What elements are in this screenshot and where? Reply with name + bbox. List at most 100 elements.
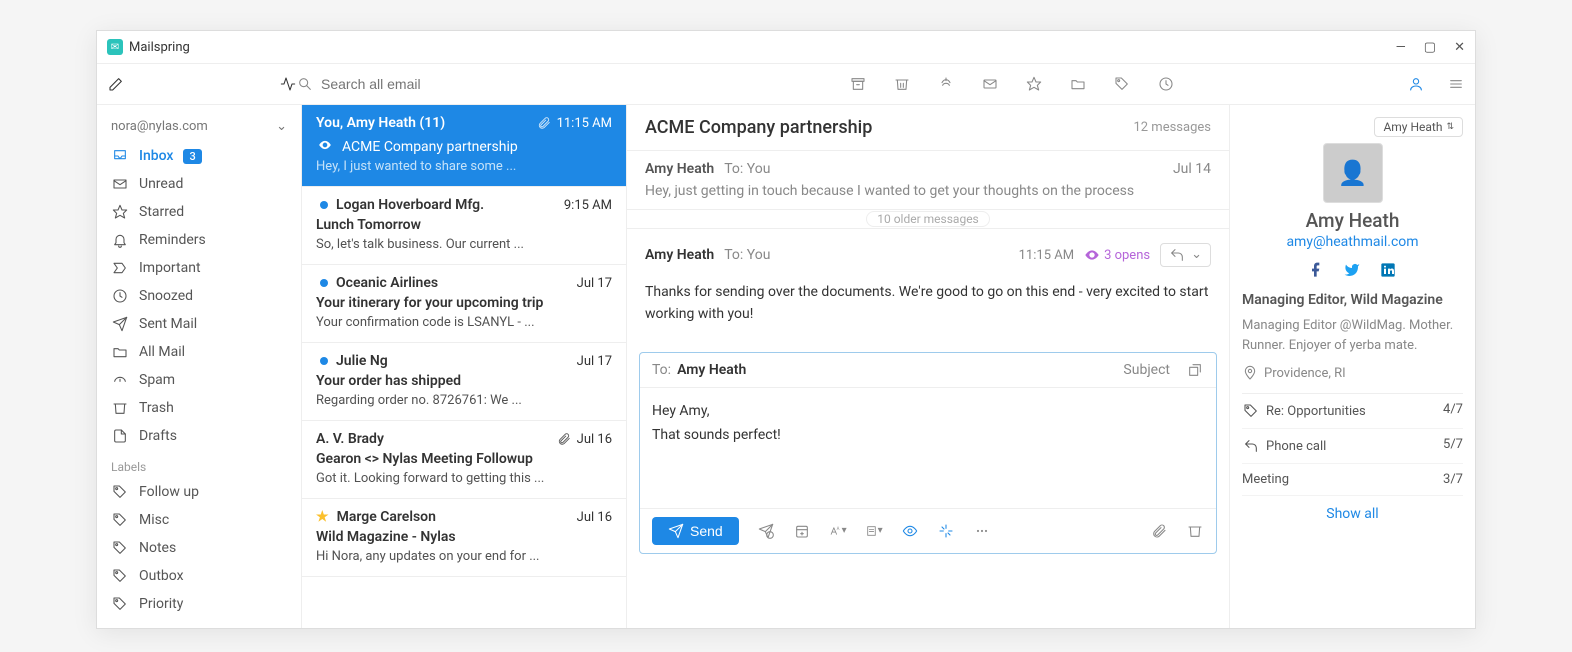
sidebar-folder-starred[interactable]: Starred	[97, 198, 301, 226]
facebook-icon[interactable]	[1308, 262, 1326, 280]
link-tracking-button[interactable]	[937, 522, 955, 540]
sidebar-folder-reminders[interactable]: Reminders	[97, 226, 301, 254]
older-messages-toggle[interactable]: 10 older messages	[627, 210, 1229, 229]
spam-button[interactable]	[937, 75, 955, 93]
send-button[interactable]: Send	[652, 517, 739, 545]
account-selector[interactable]: nora@nylas.com ⌄	[97, 115, 301, 142]
sidebar-label-misc[interactable]: Misc	[97, 506, 301, 534]
sidebar-folder-sent-mail[interactable]: Sent Mail	[97, 310, 301, 338]
labels-header: Labels	[97, 450, 301, 478]
thread-item[interactable]: ★Marge Carelson Jul 16 Wild Magazine - N…	[302, 499, 626, 577]
compose-body[interactable]: Hey Amy, That sounds perfect!	[640, 388, 1216, 508]
twitter-icon[interactable]	[1344, 262, 1362, 280]
thread-from: You, Amy Heath (11)	[316, 115, 445, 131]
popout-icon[interactable]	[1186, 361, 1204, 379]
move-folder-button[interactable]	[1069, 75, 1087, 93]
related-label: Phone call	[1266, 439, 1326, 454]
related-meta: 5/7	[1443, 437, 1463, 455]
thread-item[interactable]: A. V. Brady Jul 16 Gearon <> Nylas Meeti…	[302, 421, 626, 499]
message-body: Thanks for sending over the documents. W…	[645, 281, 1211, 326]
attach-button[interactable]	[1150, 522, 1168, 540]
app-window: ✉ Mailspring — ▢ ✕	[96, 30, 1476, 629]
thread-item[interactable]: Oceanic Airlines Jul 17 Your itinerary f…	[302, 265, 626, 343]
snooze-button[interactable]	[1157, 75, 1175, 93]
send-later-button[interactable]	[757, 522, 775, 540]
search-box[interactable]	[297, 76, 617, 92]
thread-title: ACME Company partnership	[645, 117, 872, 138]
translate-button[interactable]: A ▾	[829, 522, 847, 540]
collapsed-message[interactable]: Amy Heath To: You Jul 14 Hey, just getti…	[627, 151, 1229, 210]
thread-item[interactable]: Julie Ng Jul 17 Your order has shipped R…	[302, 343, 626, 421]
thread-message-count: 12 messages	[1133, 120, 1211, 135]
tracking-button[interactable]	[901, 522, 919, 540]
profile-toggle-button[interactable]	[1407, 75, 1425, 93]
open-tracking-badge[interactable]: 3 opens	[1084, 247, 1150, 263]
sidebar-folder-unread[interactable]: Unread	[97, 170, 301, 198]
folder-label: Inbox	[139, 148, 173, 164]
compose-subject-toggle[interactable]: Subject	[1123, 362, 1170, 378]
reply-button[interactable]: ⌄	[1160, 243, 1211, 267]
sidebar-folder-inbox[interactable]: Inbox3	[97, 142, 301, 170]
tag-icon	[111, 567, 129, 585]
templates-button[interactable]: ▾	[865, 522, 883, 540]
sidebar-folder-important[interactable]: Important	[97, 254, 301, 282]
folder-label: All Mail	[139, 344, 185, 360]
sidebar-label-outbox[interactable]: Outbox	[97, 562, 301, 590]
label-button[interactable]	[1113, 75, 1131, 93]
svg-text:A: A	[836, 527, 839, 532]
folder-icon	[111, 343, 129, 361]
reply-icon	[1242, 437, 1260, 455]
reminder-button[interactable]	[793, 522, 811, 540]
sidebar-label-priority[interactable]: Priority	[97, 590, 301, 618]
sidebar-label-notes[interactable]: Notes	[97, 534, 301, 562]
window-minimize-button[interactable]: —	[1396, 40, 1406, 55]
label-text: Priority	[139, 596, 183, 612]
sidebar-folder-spam[interactable]: Spam	[97, 366, 301, 394]
tag-icon	[111, 595, 129, 613]
thread-subject: Wild Magazine - Nylas	[316, 529, 612, 545]
send-icon	[668, 523, 684, 539]
thread-time: Jul 16	[577, 510, 612, 525]
folder-label: Drafts	[139, 428, 177, 444]
archive-button[interactable]	[849, 75, 867, 93]
activity-icon[interactable]	[279, 75, 297, 93]
sidebar-folder-all-mail[interactable]: All Mail	[97, 338, 301, 366]
sidebar-label-follow-up[interactable]: Follow up	[97, 478, 301, 506]
sidebar-folder-drafts[interactable]: Drafts	[97, 422, 301, 450]
sidebar-folder-trash[interactable]: Trash	[97, 394, 301, 422]
mark-unread-button[interactable]	[981, 75, 999, 93]
profile-selector[interactable]: Amy Heath ⇅	[1374, 117, 1463, 137]
more-button[interactable]	[973, 522, 991, 540]
related-label: Re: Opportunities	[1266, 404, 1366, 419]
account-email: nora@nylas.com	[111, 119, 208, 134]
star-icon	[111, 203, 129, 221]
updown-icon: ⇅	[1446, 122, 1454, 132]
send-icon	[111, 315, 129, 333]
profile-related-item[interactable]: Re: Opportunities4/7	[1242, 394, 1463, 429]
window-close-button[interactable]: ✕	[1454, 40, 1465, 55]
window-maximize-button[interactable]: ▢	[1424, 40, 1436, 55]
collapsed-date: Jul 14	[1173, 161, 1211, 177]
sidebar-folder-snoozed[interactable]: Snoozed	[97, 282, 301, 310]
profile-role: Managing Editor, Wild Magazine	[1242, 292, 1463, 308]
profile-related-item[interactable]: Meeting3/7	[1242, 464, 1463, 496]
star-button[interactable]	[1025, 75, 1043, 93]
show-all-button[interactable]: Show all	[1242, 496, 1463, 532]
compose-to-value[interactable]: Amy Heath	[677, 362, 746, 378]
thread-item[interactable]: Logan Hoverboard Mfg. 9:15 AM Lunch Tomo…	[302, 187, 626, 265]
linkedin-icon[interactable]	[1380, 262, 1398, 280]
menu-button[interactable]	[1447, 75, 1465, 93]
clock-icon	[111, 287, 129, 305]
search-input[interactable]	[321, 76, 581, 92]
compose-icon[interactable]	[107, 75, 125, 93]
thread-time: 11:15 AM	[557, 116, 612, 131]
profile-related-item[interactable]: Phone call 5/7	[1242, 429, 1463, 464]
thread-item[interactable]: You, Amy Heath (11) 11:15 AM ACME Compan…	[302, 105, 626, 187]
collapsed-to: To: You	[724, 161, 770, 177]
profile-email[interactable]: amy@heathmail.com	[1242, 234, 1463, 250]
trash-button[interactable]	[893, 75, 911, 93]
attachment-icon	[537, 116, 551, 130]
app-logo-icon: ✉	[107, 39, 123, 55]
profile-name: Amy Heath	[1242, 209, 1463, 232]
discard-button[interactable]	[1186, 522, 1204, 540]
